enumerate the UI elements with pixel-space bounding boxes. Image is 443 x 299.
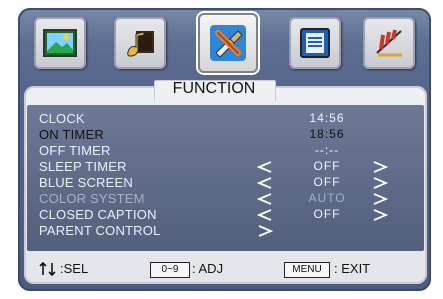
menu-row-clock[interactable]: CLOCK 14:56 <box>27 111 424 127</box>
screen-setup-icon <box>300 28 330 58</box>
menu-label-closed-caption: CLOSED CAPTION <box>39 207 157 222</box>
menu-row-blue-screen[interactable]: BLUE SCREEN OFF <box>27 175 424 191</box>
menu-label-parent-control: PARENT CONTROL <box>39 223 161 238</box>
menu-value-blue-screen: OFF <box>313 175 341 189</box>
right-arrow-icon[interactable] <box>372 209 388 221</box>
help-footer: :SEL 0~9 : ADJ MENU : EXIT <box>24 254 427 284</box>
menu-value-clock: 14:56 <box>309 111 345 125</box>
right-arrow-icon[interactable] <box>372 177 388 189</box>
menu-row-sleep-timer[interactable]: SLEEP TIMER OFF <box>27 159 424 175</box>
menu-tab-bar <box>34 13 415 80</box>
menu-label-on-timer: ON TIMER <box>39 127 104 142</box>
tab-setup[interactable] <box>289 17 341 69</box>
left-arrow-icon[interactable] <box>257 177 273 189</box>
tools-icon <box>210 25 246 61</box>
up-down-arrows-icon <box>39 261 56 277</box>
menu-value-on-timer: 18:56 <box>309 127 345 141</box>
menu-value-sleep-timer: OFF <box>313 159 341 173</box>
select-hint: :SEL <box>60 261 89 276</box>
menu-label-sleep-timer: SLEEP TIMER <box>39 159 127 174</box>
left-arrow-icon[interactable] <box>257 161 273 173</box>
left-arrow-icon <box>257 193 272 205</box>
digits-key: 0~9 <box>150 262 190 278</box>
tab-channel[interactable] <box>363 17 415 69</box>
menu-label-color-system: COLOR SYSTEM <box>39 191 145 206</box>
menu-value-off-timer: --:-- <box>314 143 340 157</box>
left-arrow-icon[interactable] <box>257 209 273 221</box>
menu-key: MENU <box>284 262 330 278</box>
tab-sound[interactable] <box>114 17 166 69</box>
right-arrow-icon[interactable] <box>372 161 388 173</box>
tab-function[interactable] <box>198 13 258 73</box>
adjust-hint: : ADJ <box>192 261 224 276</box>
exit-hint: : EXIT <box>334 261 371 276</box>
right-arrow-icon <box>373 193 388 205</box>
menu-label-blue-screen: BLUE SCREEN <box>39 175 133 190</box>
music-note-icon <box>127 31 154 57</box>
picture-icon <box>43 29 77 57</box>
menu-row-closed-caption[interactable]: CLOSED CAPTION OFF <box>27 207 424 223</box>
function-menu: CLOCK 14:56 ON TIMER 18:56 OFF TIMER --:… <box>27 105 424 251</box>
menu-label-clock: CLOCK <box>39 111 85 126</box>
menu-value-color-system: AUTO <box>308 191 346 205</box>
enter-arrow-icon[interactable] <box>257 225 273 237</box>
menu-label-off-timer: OFF TIMER <box>39 143 111 158</box>
antenna-icon <box>376 29 402 57</box>
menu-row-parent-control[interactable]: PARENT CONTROL <box>27 223 424 239</box>
menu-value-closed-caption: OFF <box>313 207 341 221</box>
menu-row-color-system: COLOR SYSTEM AUTO <box>27 191 424 207</box>
tab-picture[interactable] <box>34 17 86 69</box>
menu-row-off-timer[interactable]: OFF TIMER --:-- <box>27 143 424 159</box>
page-title: FUNCTION <box>172 80 256 97</box>
menu-row-on-timer[interactable]: ON TIMER 18:56 <box>27 127 424 143</box>
